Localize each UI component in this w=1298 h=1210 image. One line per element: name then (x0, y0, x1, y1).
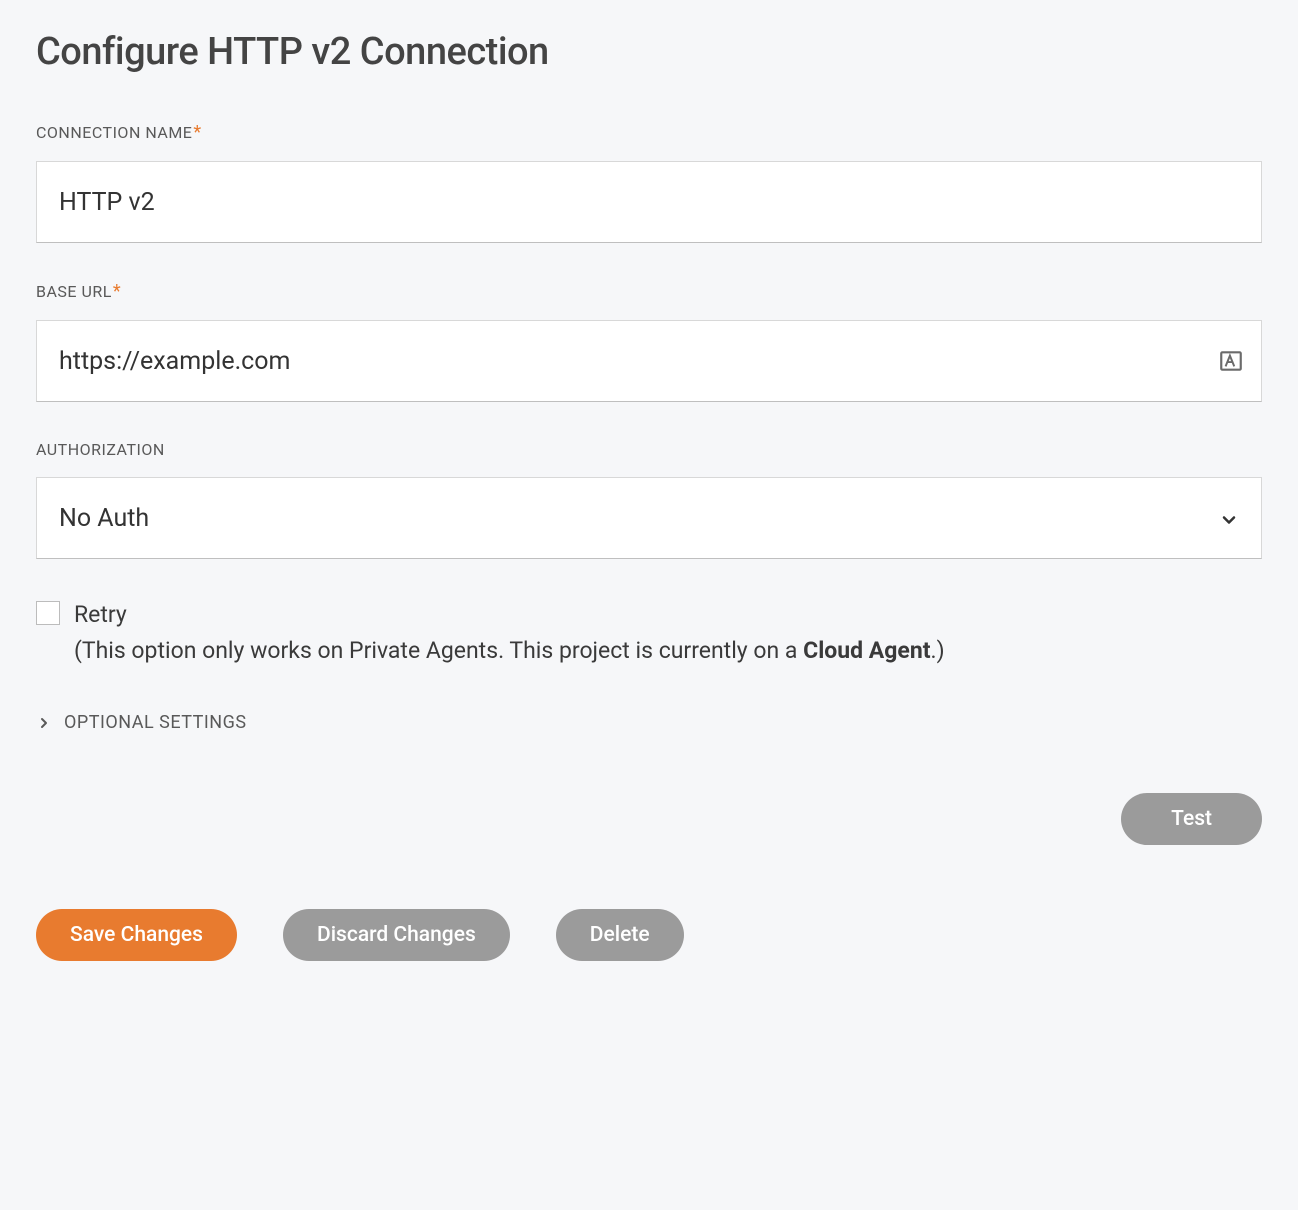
retry-hint: (This option only works on Private Agent… (74, 633, 945, 669)
required-star-icon: * (193, 122, 201, 143)
test-button-row: Test (36, 793, 1262, 845)
base-url-label: BASE URL* (36, 281, 1262, 302)
authorization-field-group: AUTHORIZATION No Auth (36, 440, 1262, 559)
page-title: Configure HTTP v2 Connection (36, 30, 1262, 74)
retry-checkbox-row: Retry (This option only works on Private… (36, 597, 1262, 668)
retry-label: Retry (74, 601, 127, 628)
retry-text-block: Retry (This option only works on Private… (74, 597, 945, 668)
retry-checkbox[interactable] (36, 601, 60, 625)
delete-button[interactable]: Delete (556, 909, 684, 961)
authorization-label: AUTHORIZATION (36, 440, 1262, 459)
connection-name-input[interactable] (36, 161, 1262, 243)
authorization-select[interactable]: No Auth (36, 477, 1262, 559)
save-button[interactable]: Save Changes (36, 909, 237, 961)
chevron-down-icon (1219, 508, 1239, 528)
retry-hint-prefix: (This option only works on Private Agent… (74, 637, 803, 664)
connection-name-label-text: CONNECTION NAME (36, 123, 192, 142)
base-url-input-wrapper (36, 320, 1262, 402)
authorization-label-text: AUTHORIZATION (36, 440, 165, 459)
optional-settings-expander[interactable]: OPTIONAL SETTINGS (36, 712, 1262, 733)
connection-name-field-group: CONNECTION NAME* (36, 122, 1262, 243)
optional-settings-label: OPTIONAL SETTINGS (64, 712, 247, 733)
authorization-selected-value: No Auth (59, 504, 149, 533)
retry-hint-suffix: .) (931, 637, 945, 664)
connection-name-label: CONNECTION NAME* (36, 122, 1262, 143)
retry-hint-bold: Cloud Agent (803, 637, 930, 664)
base-url-input[interactable] (36, 320, 1262, 402)
base-url-label-text: BASE URL (36, 282, 112, 301)
test-button[interactable]: Test (1121, 793, 1262, 845)
discard-button[interactable]: Discard Changes (283, 909, 510, 961)
base-url-field-group: BASE URL* (36, 281, 1262, 402)
action-button-row: Save Changes Discard Changes Delete (36, 909, 1262, 961)
variable-icon[interactable] (1218, 348, 1244, 374)
required-star-icon: * (113, 281, 121, 302)
chevron-right-icon (36, 715, 52, 731)
